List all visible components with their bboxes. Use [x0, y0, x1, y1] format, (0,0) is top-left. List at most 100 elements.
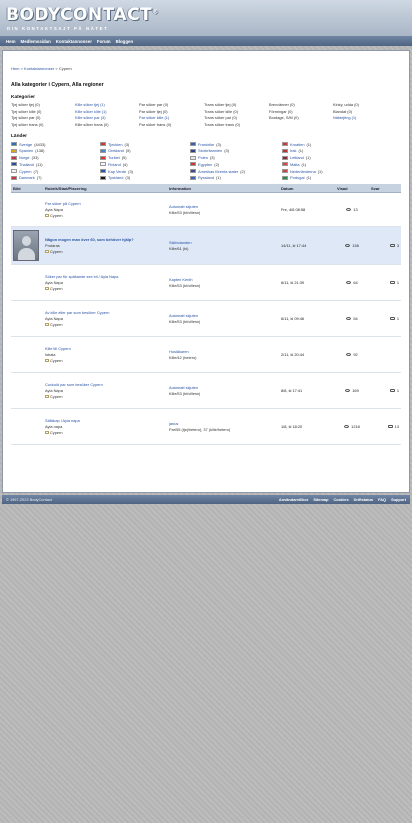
country-item[interactable]: Portugal (1): [282, 175, 382, 180]
country-name[interactable]: Turkiet: [108, 155, 120, 160]
ad-title-link[interactable]: Söker par för späkande sex bil / Ayia Na…: [45, 274, 165, 279]
table-row[interactable]: Kille till Cypern Isbala Cypern Husläkaren K…: [11, 336, 401, 374]
footer-link-support[interactable]: Support: [391, 497, 406, 502]
country-name[interactable]: Grekland: [108, 148, 124, 153]
ad-title-link[interactable]: Cuckold par som besöker Cypern: [45, 382, 165, 387]
ad-author-link[interactable]: Husläkaren: [169, 349, 277, 354]
footer-link-status[interactable]: Driftstatus: [354, 497, 373, 502]
nav-forum[interactable]: Forum: [97, 39, 111, 44]
country-name[interactable]: Kap Verde: [108, 169, 126, 174]
country-item[interactable]: Tjeckien (3): [100, 142, 190, 147]
country-name[interactable]: Storbritannien: [198, 148, 222, 153]
country-name[interactable]: Norge: [19, 155, 30, 160]
ad-headline-cell: Par söker på Cypern Ayia Napa Cypern: [43, 192, 167, 228]
table-row[interactable]: Cuckold par som besöker Cypern Ayia Napa C…: [11, 372, 401, 410]
ad-title-link[interactable]: Någon mogen man över 60, som behöver hjä…: [45, 237, 165, 242]
country-name[interactable]: Finland: [108, 162, 121, 167]
country-name[interactable]: Portugal: [290, 175, 305, 180]
country-name[interactable]: Tyskland: [108, 175, 123, 180]
table-row[interactable]: Någon mogen man över 60, som behöver hjä…: [11, 226, 401, 266]
category-item[interactable]: Kille söker par (3): [75, 115, 139, 120]
footer-link-faq[interactable]: FAQ: [378, 497, 386, 502]
country-item[interactable]: Polen (3): [190, 155, 282, 160]
category-item: Bordage, S/M (0): [269, 115, 299, 121]
category-item[interactable]: Kille söker kille (1): [75, 109, 139, 114]
country-name[interactable]: Kroatien: [290, 142, 305, 147]
ad-author-link[interactable]: janus: [169, 421, 277, 426]
country-name[interactable]: Danmark: [19, 175, 35, 180]
country-item[interactable]: Kap Verde (3): [100, 169, 190, 174]
country-name[interactable]: Cypern: [19, 169, 32, 174]
category-item: Trans söker par (0): [204, 115, 237, 121]
country-item[interactable]: Amerikas förenta stater (2): [190, 169, 282, 174]
category-item[interactable]: Kille söker tjej (1): [75, 102, 139, 107]
country-item[interactable]: Nederländerna (1): [282, 169, 382, 174]
table-row[interactable]: Av kille eller par som besöker Cypern Ayi…: [11, 300, 401, 338]
col-visad[interactable]: Visad: [335, 184, 369, 194]
country-item[interactable]: Kroatien (1): [282, 142, 382, 147]
country-item[interactable]: Norge (33): [11, 155, 100, 160]
table-row[interactable]: Söker par för späkande sex bil / Ayia Na…: [11, 264, 401, 302]
country-item[interactable]: Lettland (1): [282, 155, 382, 160]
category-item[interactable]: Nätdejting (1): [333, 115, 397, 120]
country-name[interactable]: Spanien: [19, 148, 33, 153]
country-name[interactable]: Polen: [198, 155, 208, 160]
country-item[interactable]: Spanien (138): [11, 148, 100, 153]
country-name[interactable]: Ryssland: [198, 175, 214, 180]
country-item[interactable]: Sverige (4433): [11, 142, 100, 147]
footer-link-sitemap[interactable]: Sitemap: [313, 497, 328, 502]
country-item[interactable]: Frankrike (3): [190, 142, 282, 147]
ad-title-link[interactable]: Par söker på Cypern: [45, 201, 165, 206]
ad-author-link[interactable]: Automatt skjuten: [169, 385, 277, 390]
ad-title-link[interactable]: Sällskap i Ayia napa: [45, 418, 165, 423]
country-name[interactable]: Amerikas förenta stater: [198, 169, 238, 174]
country-item[interactable]: Egypten (2): [190, 162, 282, 167]
ad-author-link[interactable]: Kapten Kenth: [169, 277, 277, 282]
country-item[interactable]: Thailand (11): [11, 162, 100, 167]
country-item[interactable]: Tyskland (3): [100, 175, 190, 180]
country-item[interactable]: Danmark (7): [11, 175, 100, 180]
country-item[interactable]: Irak (1): [282, 148, 382, 153]
country-name[interactable]: Egypten: [198, 162, 212, 167]
col-datum[interactable]: Datum: [279, 184, 335, 194]
country-name[interactable]: Tjeckien: [108, 142, 123, 147]
country-item[interactable]: Malta (1): [282, 162, 382, 167]
col-svar[interactable]: Svar: [369, 184, 401, 194]
col-rubrik[interactable]: Rubrik/Stad/Placering: [43, 184, 167, 194]
col-bild[interactable]: Bild: [11, 184, 43, 194]
avatar[interactable]: [13, 230, 39, 262]
country-item[interactable]: Turkiet (5): [100, 155, 190, 160]
country-name[interactable]: Thailand: [19, 162, 34, 167]
nav-bloggen[interactable]: Bloggen: [116, 39, 134, 44]
nav-medlemssidan[interactable]: Medlemssidan: [21, 39, 51, 44]
site-logo[interactable]: BODYCONTACT®: [6, 5, 159, 25]
country-name[interactable]: Malta: [290, 162, 300, 167]
category-item[interactable]: Par söker kille (1): [139, 115, 204, 120]
country-item[interactable]: Ryssland (1): [190, 175, 282, 180]
breadcrumb-ads[interactable]: Kontaktannonser: [24, 66, 54, 71]
country-item[interactable]: Grekland (5): [100, 148, 190, 153]
ad-author-link[interactable]: Skitbolanden: [169, 240, 277, 245]
footer-link-cookies[interactable]: Cookies: [333, 497, 348, 502]
ad-title-link[interactable]: Kille till Cypern: [45, 346, 165, 351]
country-name[interactable]: Frankrike: [198, 142, 214, 147]
footer-link-terms[interactable]: Användarvillkor: [279, 497, 308, 502]
table-row[interactable]: Par söker på Cypern Ayia Napa Cypern Automa…: [11, 192, 401, 228]
nav-kontaktannonser[interactable]: Kontaktannonser: [56, 39, 92, 44]
ad-author-details: Kille/53 (bi/villesn): [169, 319, 201, 325]
country-name[interactable]: Sverige: [19, 142, 32, 147]
ad-title-link[interactable]: Av kille eller par som besöker Cypern: [45, 310, 165, 315]
col-information[interactable]: Information: [167, 184, 279, 194]
country-item[interactable]: Storbritannien (3): [190, 148, 282, 153]
ad-author-link[interactable]: Automatt skjuten: [169, 313, 277, 318]
country-name[interactable]: Lettland: [290, 155, 304, 160]
country-name[interactable]: Nederländerna: [290, 169, 316, 174]
country-item[interactable]: Finland (4): [100, 162, 190, 167]
ad-author-link[interactable]: Automatt skjuten: [169, 204, 277, 209]
table-row[interactable]: Sällskap i Ayia napa Ayia napa Cypern janus…: [11, 408, 401, 446]
ad-replies-cell: 1: [369, 372, 401, 410]
country-name[interactable]: Irak: [290, 148, 297, 153]
breadcrumb-home[interactable]: Hem: [11, 66, 19, 71]
nav-hem[interactable]: Hem: [6, 39, 16, 44]
country-item[interactable]: Cypern (7): [11, 169, 100, 174]
